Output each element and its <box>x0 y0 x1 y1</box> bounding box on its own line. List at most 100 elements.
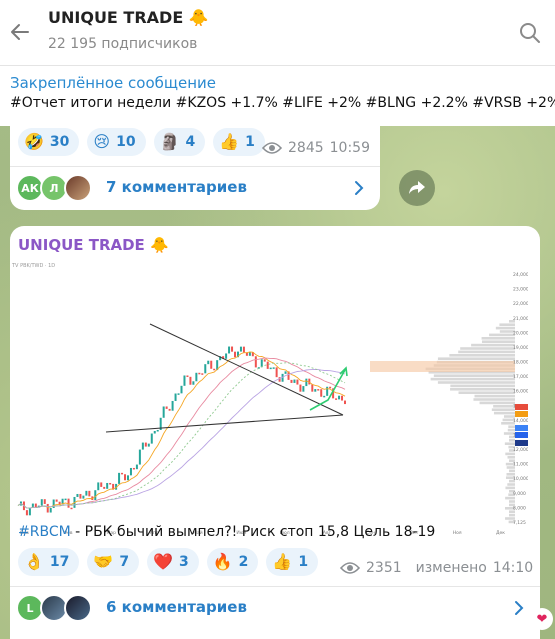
comments-count: 7 комментариев <box>106 178 247 196</box>
candle <box>150 433 153 444</box>
candle <box>344 400 346 405</box>
caption-text: - РБК бычий вымпел?! Риск стоп 15,8 Цель… <box>70 524 436 540</box>
candle <box>269 367 272 370</box>
candle <box>162 406 165 418</box>
reaction-chip[interactable]: 👌 17 <box>18 548 80 576</box>
candle <box>40 499 43 506</box>
y-tick-label: 7,125 <box>513 520 526 526</box>
channel-name[interactable]: UNIQUE TRADE 🐥 <box>18 236 169 254</box>
reaction-emoji: 🤝 <box>93 552 114 571</box>
candle <box>198 372 201 375</box>
reaction-chip[interactable]: 🗿 4 <box>153 128 206 156</box>
reaction-count: 17 <box>49 554 70 570</box>
candle <box>284 371 287 374</box>
y-tick-label: 22,000 <box>513 301 528 307</box>
volume-profile-bar <box>430 377 515 381</box>
candle <box>296 379 299 385</box>
candle <box>118 472 121 484</box>
volume-profile-bar <box>437 381 515 384</box>
volume-profile-bar <box>450 388 515 391</box>
heart-reaction-badge[interactable]: ❤ <box>531 608 553 630</box>
candle <box>88 490 91 497</box>
pinned-message-bar[interactable]: Закреплённое сообщение #Отчет итоги неде… <box>0 66 555 126</box>
candle <box>263 359 266 362</box>
candle <box>254 356 257 368</box>
volume-profile-bar <box>507 483 515 486</box>
hashtag-link[interactable]: #RBCM <box>18 524 71 540</box>
pinned-text: #Отчет итоги недели #KZOS +1.7% #LIFE +2… <box>10 95 555 111</box>
candle <box>79 493 82 499</box>
candle <box>147 443 150 447</box>
volume-profile-bar <box>493 405 515 408</box>
chevron-right-icon <box>515 601 524 615</box>
y-tick-label: 12,000 <box>513 447 528 453</box>
candle <box>302 386 305 392</box>
candle <box>225 353 228 359</box>
edited-label: изменено <box>415 560 487 576</box>
candle <box>204 364 207 374</box>
reaction-emoji: 👍 <box>219 132 240 151</box>
views-meta: 2845 10:59 <box>262 140 370 156</box>
comments-button[interactable]: L 6 комментариев <box>10 588 540 628</box>
candle <box>323 395 326 398</box>
candle <box>109 482 112 485</box>
volume-profile-bar <box>481 337 515 340</box>
candle <box>25 510 28 516</box>
volume-profile-bar <box>458 350 515 354</box>
reaction-emoji: 🗿 <box>159 132 180 151</box>
candle <box>317 389 320 391</box>
candle <box>121 472 124 475</box>
reaction-chip[interactable]: 👍 1 <box>213 128 265 156</box>
candle <box>132 467 135 470</box>
volume-profile-bar <box>489 333 515 337</box>
candle <box>144 442 147 447</box>
candle <box>338 395 341 400</box>
reaction-count: 4 <box>185 134 196 150</box>
reaction-chip[interactable]: 👍 1 <box>266 548 319 576</box>
subscriber-count: 22 195 подписчиков <box>48 36 198 52</box>
candle <box>242 346 245 353</box>
chart-image[interactable]: TV PBK/TWD · 1D 7,125 8,000 9,000 10,000 11,… <box>10 260 528 536</box>
candle <box>320 389 323 397</box>
search-icon[interactable] <box>519 22 541 44</box>
reaction-chip[interactable]: 🤣 30 <box>18 128 80 156</box>
reaction-chip[interactable]: 😢 10 <box>87 128 146 156</box>
reaction-count: 30 <box>49 134 70 150</box>
candle <box>234 351 237 358</box>
message-time: 14:10 <box>492 560 534 576</box>
candle <box>94 490 97 500</box>
divider <box>10 586 540 587</box>
candle <box>335 398 338 400</box>
candle <box>311 384 314 392</box>
reaction-count: 3 <box>179 554 189 570</box>
comments-count: 6 комментариев <box>106 598 247 616</box>
message-time: 10:59 <box>329 140 370 156</box>
share-button[interactable] <box>399 170 435 206</box>
pinned-title: Закреплённое сообщение <box>10 74 217 92</box>
volume-profile-bar <box>505 517 515 520</box>
back-arrow-icon[interactable] <box>8 20 32 44</box>
x-tick-label: Дек <box>496 530 505 536</box>
candle <box>174 393 177 401</box>
candle <box>106 482 109 489</box>
candle <box>124 474 127 481</box>
candle <box>171 400 174 411</box>
volume-profile-bar <box>458 391 515 394</box>
candle <box>183 375 186 386</box>
candle <box>70 507 73 510</box>
comments-button[interactable]: АК Л 7 комментариев <box>10 168 380 208</box>
candle <box>290 379 293 383</box>
y-tick-label: 21,000 <box>513 316 528 322</box>
candle <box>28 507 31 516</box>
candle <box>329 386 332 389</box>
channel-title[interactable]: UNIQUE TRADE 🐥 <box>48 8 209 27</box>
reaction-emoji: 😢 <box>93 132 111 151</box>
reaction-chip[interactable]: 🔥 2 <box>206 548 259 576</box>
message-caption: #RBCM - РБК бычий вымпел?! Риск стоп 15,… <box>18 524 435 540</box>
reaction-chip[interactable]: 🤝 7 <box>87 548 140 576</box>
y-tick-label: 18,000 <box>513 360 528 366</box>
candle <box>177 393 180 395</box>
y-tick-label: 10,000 <box>513 476 528 482</box>
reaction-count: 1 <box>245 134 255 150</box>
reaction-chip[interactable]: ❤️ 3 <box>147 548 199 576</box>
